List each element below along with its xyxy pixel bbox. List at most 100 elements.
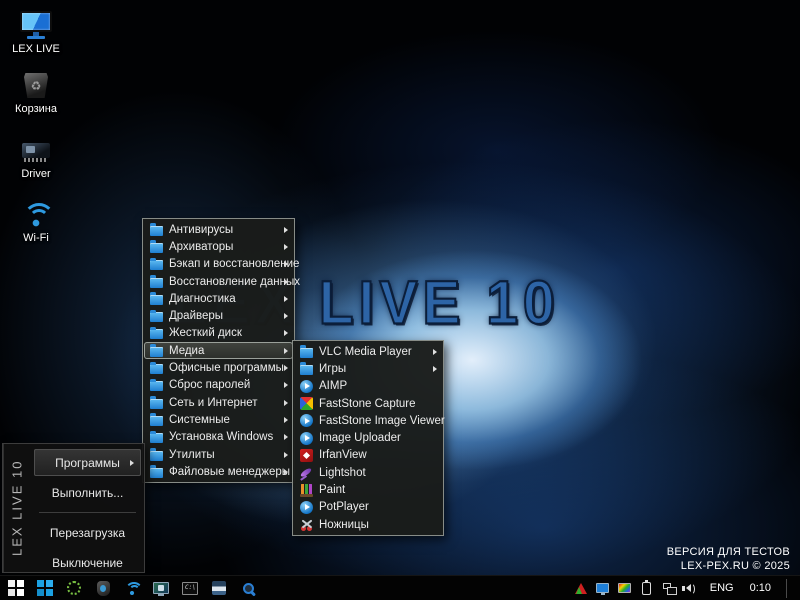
- paint-icon: [300, 483, 313, 497]
- menu-item[interactable]: IrfanView: [294, 447, 442, 464]
- tray-separator: [786, 578, 787, 598]
- menu-item[interactable]: Архиваторы: [144, 238, 293, 255]
- folder-icon: [150, 223, 163, 236]
- menu-item-label: Антивирусы: [169, 223, 234, 236]
- menu-item[interactable]: Драйверы: [144, 307, 293, 324]
- menu-item[interactable]: AIMP: [294, 378, 442, 395]
- clock[interactable]: 0:10: [745, 582, 776, 594]
- taskbar-button[interactable]: [181, 579, 199, 597]
- taskbar-left: [0, 579, 257, 597]
- menu-item-label: Установка Windows: [169, 431, 274, 444]
- image-uploader-icon: [300, 431, 313, 445]
- folder-icon: [150, 378, 163, 392]
- potplayer-icon: [300, 500, 313, 514]
- menu-item[interactable]: Установка Windows: [144, 429, 293, 446]
- menu-item-label: FastStone Image Viewer: [319, 414, 445, 427]
- start-menu-item[interactable]: Выполнить...: [34, 479, 141, 506]
- search-icon: [242, 582, 254, 594]
- user-icon: [96, 580, 110, 596]
- version-note-line2: LEX-PEX.RU © 2025: [680, 560, 790, 572]
- tray-button[interactable]: [595, 580, 611, 596]
- taskbar-button[interactable]: [152, 579, 170, 597]
- taskbar-button[interactable]: [7, 579, 25, 597]
- menu-item-label: VLC Media Player: [319, 345, 412, 358]
- start-menu-side-label: LEX LIVE 10: [3, 444, 30, 572]
- start-menu-item-label: Перезагрузка: [49, 525, 126, 540]
- menu-item-label: AIMP: [319, 380, 348, 393]
- menu-item[interactable]: Жесткий диск: [144, 325, 293, 342]
- tray-button[interactable]: [617, 580, 633, 596]
- desktop-icon-driver[interactable]: Driver: [0, 133, 72, 180]
- menu-item[interactable]: VLC Media Player: [294, 343, 442, 360]
- menu-item[interactable]: FastStone Capture: [294, 395, 442, 412]
- folder-icon: [150, 430, 163, 444]
- menu-item[interactable]: Диагностика: [144, 290, 293, 307]
- faststone-viewer-icon: [300, 414, 313, 428]
- menu-item[interactable]: Медиа: [144, 342, 293, 360]
- desktop-icon-wifi[interactable]: Wi-Fi: [0, 197, 72, 244]
- tray-button[interactable]: [573, 580, 589, 596]
- folder-icon: [150, 344, 163, 357]
- menu-item[interactable]: Сброс паролей: [144, 377, 293, 394]
- taskbar-button[interactable]: [210, 579, 228, 597]
- menu-item-label: Жесткий диск: [169, 327, 242, 340]
- start-menu: LEX LIVE 10 Программы Выполнить... Перез…: [2, 443, 145, 573]
- speaker-icon: [681, 583, 695, 595]
- taskbar-button[interactable]: [36, 579, 54, 597]
- menu-separator: [39, 512, 136, 513]
- desktop-icon-recycle-bin[interactable]: ♻ Корзина: [0, 68, 72, 115]
- start-menu-item[interactable]: Программы: [34, 449, 141, 476]
- folder-icon: [150, 326, 163, 340]
- taskbar-button[interactable]: [65, 579, 83, 597]
- menu-item[interactable]: Файловые менеджеры: [144, 463, 293, 480]
- disk-icon: [212, 581, 226, 595]
- wifi-icon: [124, 581, 143, 595]
- cmd-icon: [182, 581, 198, 595]
- menu-item[interactable]: Системные: [144, 411, 293, 428]
- menu-item[interactable]: Сеть и Интернет: [144, 394, 293, 411]
- system-tray: ENG 0:10: [573, 576, 800, 600]
- menu-item-label: IrfanView: [319, 449, 367, 462]
- language-indicator[interactable]: ENG: [705, 582, 739, 594]
- recycle-bin-icon: ♻: [24, 73, 48, 98]
- faststone-capture-icon: [300, 397, 313, 411]
- menu-item-label: Драйверы: [169, 310, 224, 323]
- media-submenu: VLC Media Player Игры AIMP FastStone Cap…: [292, 340, 445, 537]
- menu-item-label: Image Uploader: [319, 432, 401, 445]
- folder-icon: [300, 345, 313, 358]
- taskbar-button[interactable]: [239, 579, 257, 597]
- menu-item[interactable]: Офисные программы: [144, 359, 293, 376]
- taskbar-button[interactable]: [123, 579, 143, 597]
- menu-item[interactable]: Paint: [294, 481, 442, 498]
- desktop-icon-label: Driver: [21, 168, 51, 180]
- menu-item-label: Восстановление данных: [169, 275, 300, 288]
- start-menu-item[interactable]: Выключение: [34, 549, 141, 576]
- monitor-rainbow-icon: [618, 583, 632, 593]
- programs-menu: Антивирусы Архиваторы Бэкап и восстановл…: [142, 218, 300, 484]
- menu-item[interactable]: Бэкап и восстановление: [144, 256, 299, 273]
- tray-button[interactable]: [681, 580, 699, 596]
- menu-item[interactable]: Восстановление данных: [144, 273, 300, 290]
- taskbar-button[interactable]: [94, 579, 112, 597]
- menu-item[interactable]: Антивирусы: [144, 221, 293, 238]
- start-menu-item-label: Программы: [55, 455, 120, 470]
- menu-item-label: FastStone Capture: [319, 397, 416, 410]
- menu-item-label: Бэкап и восстановление: [169, 258, 300, 271]
- color-triangle-icon: [574, 582, 587, 594]
- menu-item[interactable]: FastStone Image Viewer: [294, 412, 445, 429]
- tray-button[interactable]: [661, 580, 677, 596]
- show-desktop-button[interactable]: [793, 576, 798, 600]
- start-menu-item[interactable]: Перезагрузка: [34, 519, 141, 546]
- folder-icon: [150, 240, 163, 253]
- menu-item[interactable]: Image Uploader: [294, 429, 442, 446]
- windows-white-icon: [8, 580, 24, 596]
- menu-item[interactable]: PotPlayer: [294, 499, 442, 516]
- menu-item[interactable]: Lightshot: [294, 464, 442, 481]
- desktop-icon-lex-live[interactable]: LEX LIVE: [0, 8, 72, 55]
- folder-icon: [150, 292, 163, 305]
- tray-button[interactable]: [639, 579, 655, 596]
- menu-item[interactable]: Игры: [294, 360, 442, 377]
- menu-item[interactable]: Утилиты: [144, 446, 293, 463]
- folder-icon: [150, 413, 163, 426]
- menu-item[interactable]: Ножницы: [294, 516, 442, 533]
